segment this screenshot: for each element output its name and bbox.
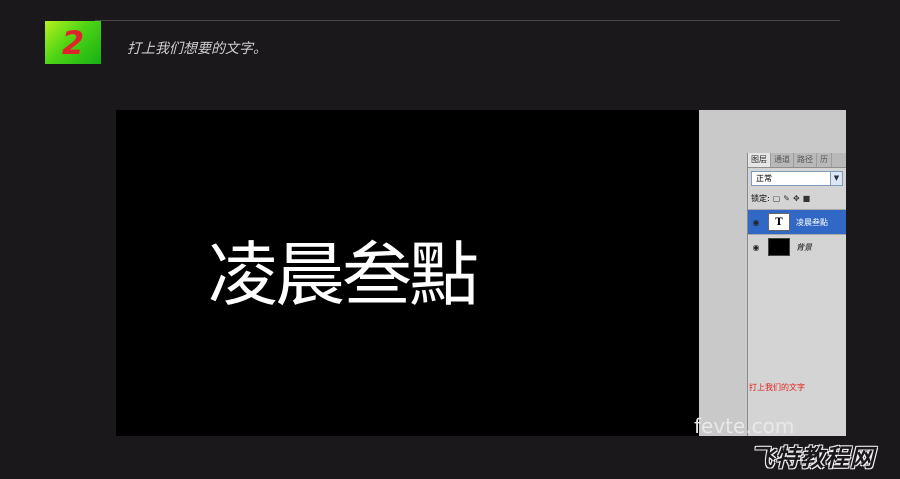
- tab-paths[interactable]: 路径: [794, 153, 817, 167]
- step-badge: 2: [45, 21, 101, 64]
- lock-transparency-icon[interactable]: ▢: [773, 194, 781, 203]
- canvas-text: 凌晨叁點: [208, 234, 479, 316]
- lock-row: 锁定: ▢ ✎ ✥ ■: [751, 192, 810, 204]
- step-number: 2: [61, 23, 85, 62]
- background-layer-thumbnail: [768, 238, 790, 256]
- lock-move-icon[interactable]: ✥: [793, 194, 800, 203]
- tab-channels[interactable]: 通道: [771, 153, 794, 167]
- watermark-site: fevte.com: [694, 414, 795, 438]
- layer-row-text[interactable]: ◉ T 凌晨叁點: [748, 209, 846, 234]
- layers-panel: 图层 通道 路径 历 正常 ▼ 锁定: ▢ ✎ ✥ ■ ◉ T 凌晨叁點 ◉ 背…: [747, 153, 846, 436]
- lock-label: 锁定:: [751, 193, 770, 203]
- photoshop-screenshot: 凌晨叁點 图层 通道 路径 历 正常 ▼ 锁定: ▢ ✎ ✥ ■ ◉ T 凌晨叁…: [116, 110, 846, 436]
- watermark-name: 飞特教程网: [750, 444, 875, 472]
- layer-name: 背景: [796, 242, 812, 252]
- tab-history[interactable]: 历: [817, 153, 832, 167]
- lock-paint-icon[interactable]: ✎: [783, 194, 790, 203]
- eye-icon[interactable]: ◉: [748, 218, 764, 227]
- blend-mode-value: 正常: [756, 174, 772, 183]
- chevron-down-icon[interactable]: ▼: [830, 172, 842, 185]
- step-title: 打上我们想要的文字。: [127, 41, 267, 57]
- eye-icon[interactable]: ◉: [748, 243, 764, 252]
- layer-name: 凌晨叁點: [796, 217, 828, 227]
- layer-row-background[interactable]: ◉ 背景: [748, 234, 846, 259]
- top-divider: [95, 20, 840, 21]
- panel-tabs: 图层 通道 路径 历: [748, 153, 846, 168]
- lock-all-icon[interactable]: ■: [803, 194, 811, 203]
- annotation-text: 打上我们的文字: [749, 383, 805, 392]
- text-layer-thumbnail: T: [768, 213, 790, 231]
- blend-mode-select[interactable]: 正常 ▼: [751, 171, 843, 186]
- document-canvas: 凌晨叁點: [116, 110, 699, 436]
- tab-layers[interactable]: 图层: [748, 153, 771, 167]
